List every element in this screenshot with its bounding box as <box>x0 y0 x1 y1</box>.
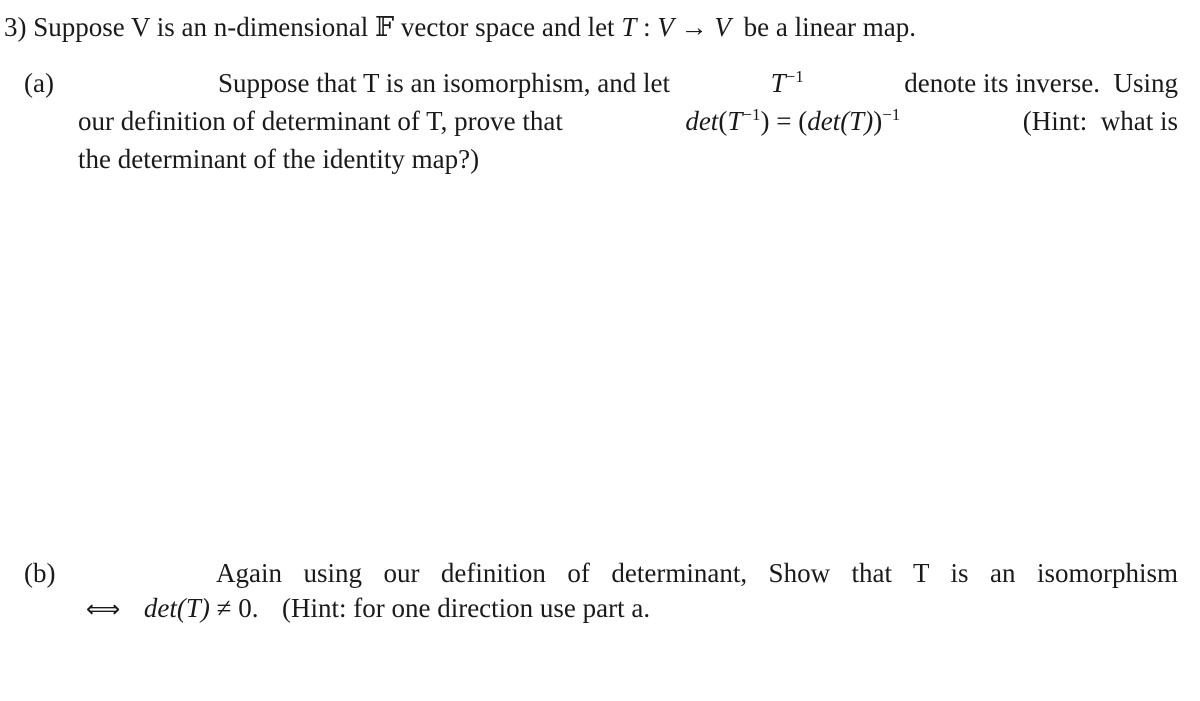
problem-number: 3) <box>4 12 27 42</box>
det-T: det <box>807 106 841 136</box>
det-T-b: det <box>143 593 177 623</box>
field-symbol: 𝔽 <box>375 12 395 42</box>
map-colon: : <box>636 12 658 42</box>
map-domain: V <box>657 12 674 42</box>
part-b-hint: (Hint: for one direction use part a. <box>281 593 651 623</box>
part-a-line-1-rest: denote its inverse. Using <box>904 68 1178 98</box>
part-b-line-2: ⟺ det(T) ≠ 0. (Hint: for one direction u… <box>86 593 651 623</box>
intro-prefix: Suppose V is an n-dimensional <box>33 12 369 42</box>
part-a-line-2: our definition of determinant of T, prov… <box>78 105 1178 136</box>
intro-suffix: be a linear map. <box>743 12 917 42</box>
map-codomain: V <box>714 12 731 42</box>
part-a-inverse-symbol: T−1 <box>770 67 804 98</box>
det-inverse: det <box>685 106 719 136</box>
part-a-equation: det(T−1) = (det(T))−1 <box>685 105 901 136</box>
iff-icon: ⟺ <box>86 595 121 623</box>
intro-mid: vector space and let <box>400 12 615 42</box>
problem-statement: 3) Suppose V is an n-dimensional 𝔽 vecto… <box>4 14 916 41</box>
part-a-line-3: the determinant of the identity map?) <box>78 144 480 174</box>
map-arrow: → <box>673 12 715 42</box>
part-a-line-1: Suppose that T is an isomorphism, and le… <box>218 67 1178 98</box>
not-equal-zero: ≠ 0. <box>209 593 259 623</box>
part-a-hint: (Hint: what is <box>1022 106 1178 136</box>
part-a-label: (a) <box>24 68 54 98</box>
part-b-line-1: Again using our definition of determinan… <box>216 558 1178 588</box>
part-a-line-2-text: our definition of determinant of T, prov… <box>78 106 563 136</box>
part-b-label: (b) <box>24 558 56 588</box>
map-T: T <box>621 12 637 42</box>
part-a-line-1-text: Suppose that T is an isomorphism, and le… <box>218 68 670 98</box>
